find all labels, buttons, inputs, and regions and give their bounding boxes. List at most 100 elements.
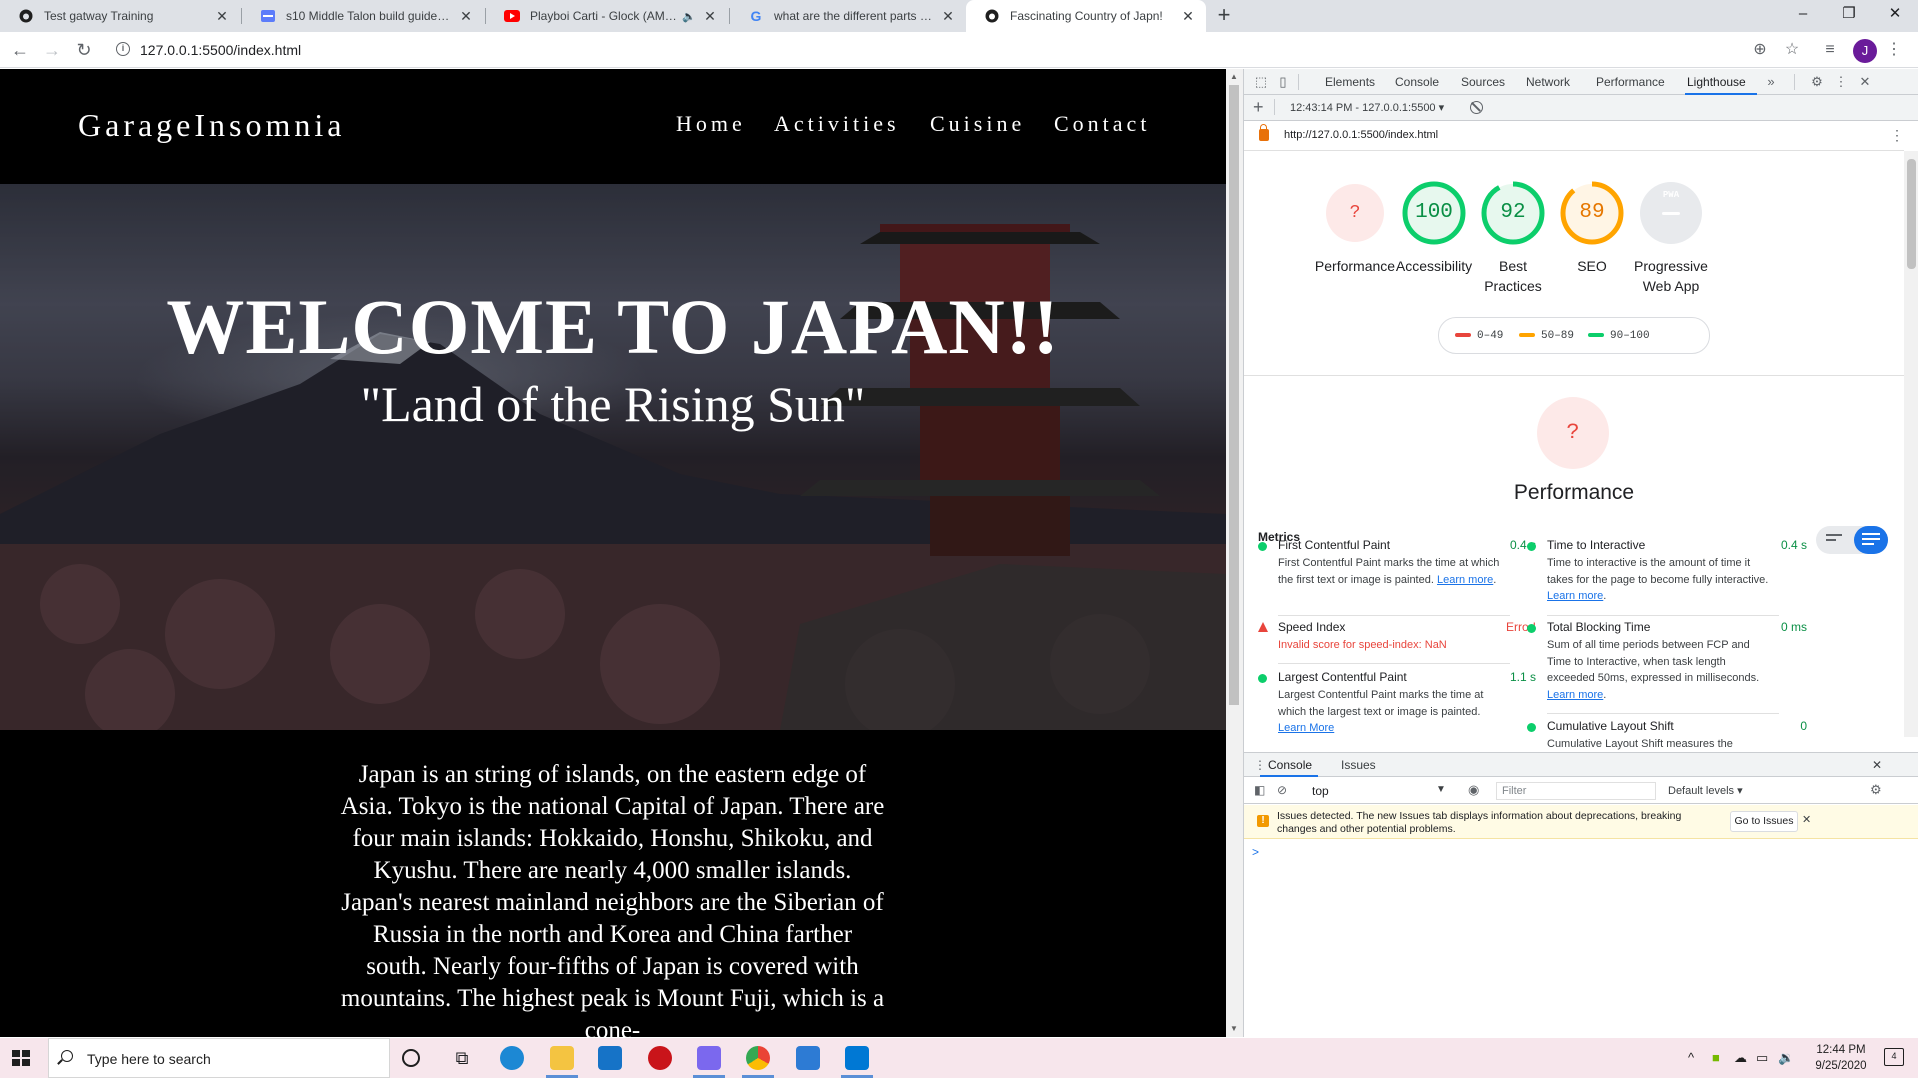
reload-button[interactable]: ↻ bbox=[72, 38, 96, 62]
app-icon[interactable] bbox=[796, 1046, 820, 1070]
search-icon bbox=[61, 1050, 73, 1062]
browser-tab[interactable]: Playboi Carti - Glock (AMV) - 🔈 ✕ bbox=[486, 0, 728, 32]
compact-view-icon[interactable] bbox=[1826, 534, 1842, 544]
windows-start-icon[interactable] bbox=[12, 1050, 30, 1066]
vscode-icon[interactable] bbox=[845, 1046, 869, 1070]
close-icon[interactable]: ✕ bbox=[702, 8, 718, 25]
notification-center-icon[interactable]: 4 bbox=[1884, 1048, 1904, 1066]
drawer-menu-icon[interactable]: ⋮ bbox=[1254, 758, 1266, 772]
address-bar[interactable]: i 127.0.0.1:5500/index.html bbox=[108, 36, 1788, 64]
browser-tab[interactable]: G what are the different parts of an ✕ bbox=[730, 0, 966, 32]
media-control-icon[interactable]: ≡ bbox=[1820, 40, 1840, 60]
close-devtools-icon[interactable]: ✕ bbox=[1856, 73, 1874, 91]
devtools-tab-console[interactable]: Console bbox=[1395, 75, 1439, 89]
menu-icon[interactable]: ⋮ bbox=[1884, 40, 1904, 60]
edge-browser-icon[interactable] bbox=[500, 1046, 524, 1070]
close-icon[interactable]: ✕ bbox=[214, 8, 230, 25]
chevron-down-icon[interactable]: ▼ bbox=[1436, 784, 1446, 795]
drawer-tab-bar: ⋮ Console Issues ✕ bbox=[1244, 753, 1918, 777]
file-explorer-icon[interactable] bbox=[550, 1046, 574, 1070]
expanded-view-icon[interactable] bbox=[1854, 526, 1888, 554]
devtools-tab-performance[interactable]: Performance bbox=[1596, 75, 1665, 89]
report-url[interactable]: http://127.0.0.1:5500/index.html bbox=[1284, 129, 1438, 141]
task-view-icon[interactable]: ⧉ bbox=[450, 1046, 474, 1070]
close-icon[interactable]: ✕ bbox=[458, 8, 474, 25]
volume-icon[interactable]: 🔉 bbox=[1778, 1050, 1794, 1066]
settings-gear-icon[interactable]: ⚙ bbox=[1808, 73, 1826, 91]
clear-console-icon[interactable]: ⊘ bbox=[1277, 783, 1287, 797]
metric-name: First Contentful Paint bbox=[1278, 538, 1391, 552]
report-menu-icon[interactable]: ⋮ bbox=[1890, 127, 1904, 144]
devtools-tab-network[interactable]: Network bbox=[1526, 75, 1570, 89]
nav-link-activities[interactable]: Activities bbox=[774, 111, 900, 137]
browser-tab-active[interactable]: Fascinating Country of Japn! ✕ bbox=[966, 0, 1206, 32]
taskbar-search-box[interactable]: Type here to search bbox=[48, 1038, 390, 1078]
devtools-tab-sources[interactable]: Sources bbox=[1461, 75, 1505, 89]
devtools-tab-lighthouse[interactable]: Lighthouse bbox=[1687, 75, 1746, 89]
close-icon[interactable]: ✕ bbox=[940, 8, 956, 25]
info-icon[interactable]: i bbox=[116, 42, 130, 56]
close-drawer-icon[interactable]: ✕ bbox=[1872, 758, 1882, 772]
new-report-icon[interactable]: + bbox=[1253, 97, 1264, 118]
learn-more-link[interactable]: Learn More bbox=[1278, 722, 1334, 734]
console-prompt[interactable]: > bbox=[1252, 845, 1259, 859]
cortana-icon[interactable] bbox=[402, 1049, 420, 1067]
device-toolbar-icon[interactable]: ▯ bbox=[1274, 73, 1292, 91]
learn-more-link[interactable]: Learn more bbox=[1437, 574, 1493, 586]
new-tab-button[interactable]: + bbox=[1212, 4, 1236, 28]
clear-report-icon[interactable] bbox=[1470, 101, 1483, 114]
network-icon[interactable]: ▭ bbox=[1756, 1050, 1768, 1066]
show-hidden-icons-chevron-icon[interactable]: ^ bbox=[1688, 1050, 1694, 1065]
zoom-icon[interactable]: ⊕ bbox=[1750, 40, 1770, 60]
profile-avatar[interactable]: J bbox=[1853, 39, 1877, 63]
speaker-icon[interactable]: 🔈 bbox=[682, 10, 696, 23]
page-scrollbar[interactable]: ▲ ▼ bbox=[1226, 69, 1243, 1037]
context-selector[interactable]: top bbox=[1312, 784, 1329, 798]
devtools-tab-elements[interactable]: Elements bbox=[1325, 75, 1375, 89]
scrollbar-thumb[interactable] bbox=[1229, 85, 1239, 705]
nav-link-contact[interactable]: Contact bbox=[1054, 111, 1150, 137]
nvidia-icon[interactable]: ■ bbox=[1712, 1050, 1720, 1065]
nav-link-cuisine[interactable]: Cuisine bbox=[930, 111, 1025, 137]
lighthouse-scrollbar[interactable] bbox=[1904, 151, 1918, 737]
learn-more-link[interactable]: Learn more bbox=[1547, 590, 1603, 602]
console-filter-input[interactable]: Filter bbox=[1496, 782, 1656, 800]
bookmark-star-icon[interactable]: ☆ bbox=[1782, 40, 1802, 60]
pass-dot-icon bbox=[1527, 723, 1536, 732]
forward-button[interactable]: → bbox=[40, 38, 64, 62]
close-icon[interactable]: ✕ bbox=[1180, 8, 1196, 25]
nav-link-home[interactable]: Home bbox=[676, 111, 746, 137]
report-selector[interactable]: 12:43:14 PM - 127.0.0.1:5500 ▾ bbox=[1290, 101, 1444, 114]
pass-dot-icon bbox=[1527, 624, 1536, 633]
chrome-icon[interactable] bbox=[746, 1046, 770, 1070]
minimize-button[interactable]: – bbox=[1780, 0, 1826, 32]
drawer-tab-console[interactable]: Console bbox=[1268, 758, 1312, 772]
browser-tab[interactable]: Test gatway Training ✕ bbox=[0, 0, 240, 32]
inspect-element-icon[interactable]: ⬚ bbox=[1252, 73, 1270, 91]
issues-message: Issues detected. The new Issues tab disp… bbox=[1277, 810, 1682, 835]
gauge-pwa[interactable]: PWA Progressive Web App bbox=[1621, 180, 1721, 296]
more-tabs-icon[interactable]: » bbox=[1762, 73, 1780, 91]
drawer-tab-issues[interactable]: Issues bbox=[1341, 758, 1376, 772]
discord-icon[interactable] bbox=[697, 1046, 721, 1070]
metric-description: Invalid score for speed-index: NaN bbox=[1278, 639, 1447, 651]
site-brand[interactable]: GarageInsomnia bbox=[78, 107, 345, 144]
eye-icon[interactable]: ◉ bbox=[1468, 782, 1479, 798]
browser-tab[interactable]: s10 Middle Talon build guides, co ✕ bbox=[242, 0, 484, 32]
restore-button[interactable]: ❐ bbox=[1826, 0, 1872, 32]
error-triangle-icon bbox=[1258, 622, 1268, 632]
game-app-icon[interactable] bbox=[648, 1046, 672, 1070]
metrics-view-toggle[interactable] bbox=[1816, 526, 1888, 554]
console-settings-gear-icon[interactable]: ⚙ bbox=[1870, 782, 1882, 798]
devtools-menu-icon[interactable]: ⋮ bbox=[1832, 73, 1850, 91]
onedrive-cloud-icon[interactable]: ☁ bbox=[1734, 1050, 1747, 1066]
sidebar-toggle-icon[interactable]: ◧ bbox=[1254, 783, 1265, 797]
log-levels-dropdown[interactable]: Default levels ▾ bbox=[1668, 784, 1743, 797]
learn-more-link[interactable]: Learn more bbox=[1547, 689, 1603, 701]
window-close-button[interactable]: ✕ bbox=[1872, 0, 1918, 32]
go-to-issues-button[interactable]: Go to Issues bbox=[1730, 811, 1798, 832]
system-clock[interactable]: 12:44 PM 9/25/2020 bbox=[1806, 1042, 1876, 1074]
dismiss-issues-icon[interactable]: ✕ bbox=[1802, 813, 1811, 826]
back-button[interactable]: ← bbox=[8, 38, 32, 62]
mail-icon[interactable] bbox=[598, 1046, 622, 1070]
